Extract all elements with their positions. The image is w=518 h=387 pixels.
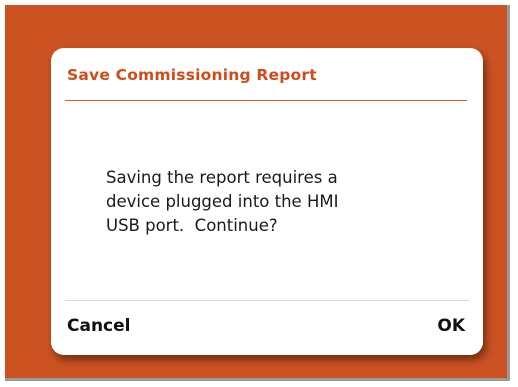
dialog-title: Save Commissioning Report [67, 66, 317, 84]
ok-button[interactable]: OK [437, 316, 465, 336]
hmi-screen: Save Commissioning Report Saving the rep… [0, 0, 518, 387]
message-line-3: USB port. Continue? [106, 216, 278, 235]
cancel-button[interactable]: Cancel [67, 316, 130, 336]
message-line-1: Saving the report requires a [106, 168, 338, 187]
dialog-message: Saving the report requires a device plug… [106, 166, 446, 238]
message-line-2: device plugged into the HMI [106, 192, 339, 211]
save-report-dialog: Save Commissioning Report Saving the rep… [51, 48, 483, 355]
title-divider [65, 100, 467, 101]
footer-divider [65, 300, 469, 301]
